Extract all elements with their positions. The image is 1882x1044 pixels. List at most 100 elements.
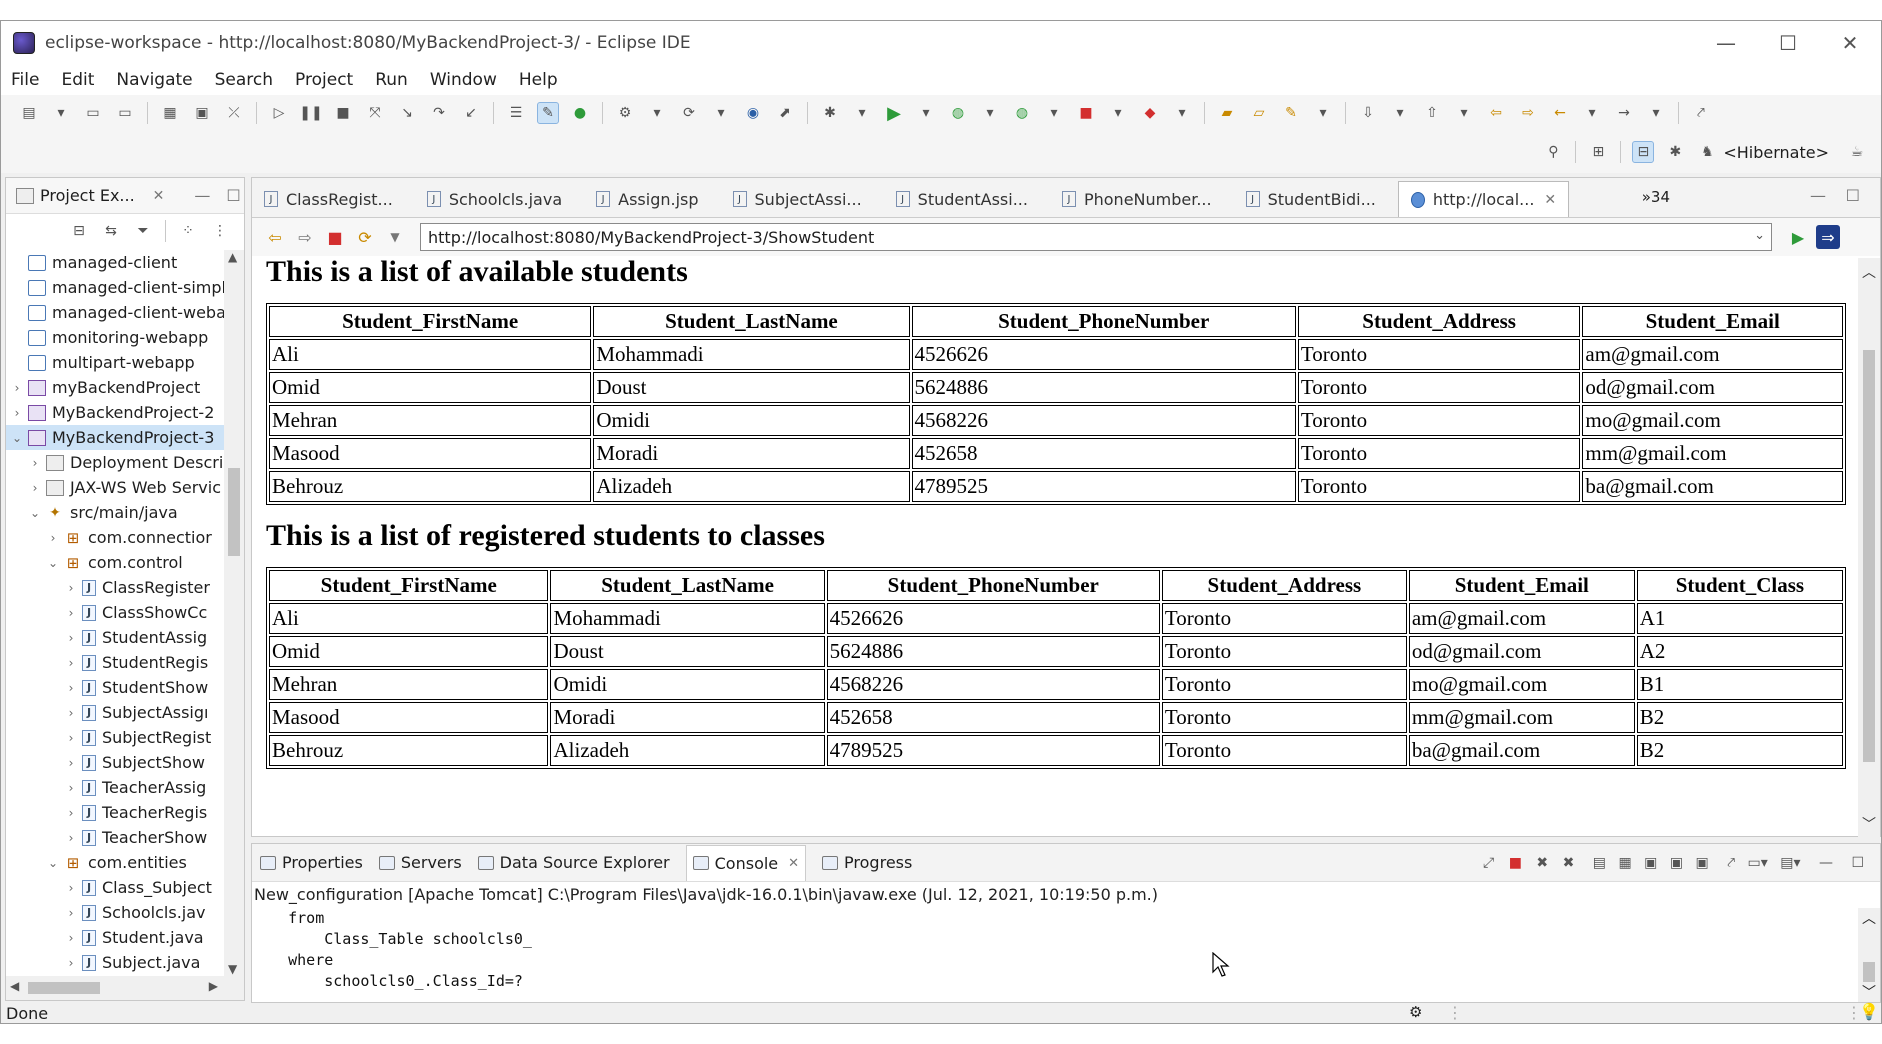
jee-perspective-icon[interactable]: ⊟ (1632, 141, 1655, 163)
suspend-icon[interactable]: ❚❚ (299, 102, 322, 124)
expanded-chevron-icon[interactable]: ⌄ (28, 506, 42, 520)
tree-item[interactable]: › J TeacherAssig (6, 775, 224, 800)
menu-help[interactable]: Help (519, 70, 558, 90)
dropdown-icon[interactable]: ▾ (1453, 102, 1475, 124)
dropdown-icon[interactable]: ▾ (915, 102, 937, 124)
collapsed-chevron-icon[interactable]: › (64, 956, 78, 970)
show-stderr-icon[interactable]: ▣ (1670, 855, 1683, 871)
resume-icon[interactable]: ▷ (268, 102, 290, 124)
collapsed-chevron-icon[interactable]: › (64, 831, 78, 845)
publish-icon[interactable]: ◆ (1139, 102, 1161, 124)
build-icon[interactable]: ▦ (159, 102, 181, 124)
debug-perspective-icon[interactable]: ✱ (1664, 141, 1686, 163)
open-task-icon[interactable]: ▱ (1248, 102, 1270, 124)
maximize-editor-icon[interactable]: ☐ (1846, 186, 1860, 205)
back-icon[interactable]: ⇦ (263, 225, 287, 249)
tree-item[interactable]: › J Schoolcls.jav (6, 900, 224, 925)
step-over-icon[interactable]: ↷ (428, 102, 450, 124)
tree-item[interactable]: › J ClassShowCc (6, 600, 224, 625)
tree-item[interactable]: › J SubjectRegist (6, 725, 224, 750)
editor-tab[interactable]: J SubjectAssi... (721, 181, 874, 217)
editor-tab[interactable]: J Assign.jsp (584, 181, 710, 217)
pin-console-icon[interactable]: ▣ (1696, 855, 1709, 871)
open-folder-icon[interactable]: ▰ (1216, 102, 1238, 124)
editor-tab[interactable]: J ClassRegist... (252, 181, 405, 217)
dropdown-icon[interactable]: ▾ (851, 102, 873, 124)
refresh-icon[interactable]: ⟳ (353, 225, 377, 249)
maximize-button[interactable]: ☐ (1757, 21, 1819, 65)
collapsed-chevron-icon[interactable]: › (64, 656, 78, 670)
step-into-icon[interactable]: ↘ (396, 102, 418, 124)
collapsed-chevron-icon[interactable]: › (64, 731, 78, 745)
collapsed-chevron-icon[interactable]: › (64, 631, 78, 645)
web-browser-icon[interactable]: ◉ (742, 102, 764, 124)
tab-data-source-explorer[interactable]: Data Source Explorer (477, 853, 670, 872)
status-server-icon[interactable]: ⚙ (1409, 1003, 1422, 1021)
prev-annotation-icon[interactable]: ⇧ (1421, 102, 1443, 124)
external-browser-icon[interactable]: ⇒ (1816, 225, 1840, 249)
tip-icon[interactable]: 💡 (1859, 1002, 1879, 1021)
tab-progress[interactable]: Progress (822, 853, 912, 872)
web-service-icon[interactable]: ⟳ (678, 102, 700, 124)
tree-item[interactable]: › J TeacherShow (6, 825, 224, 850)
collapse-all-icon[interactable]: ⊟ (68, 220, 90, 242)
dropdown-icon[interactable]: ▾ (1581, 102, 1603, 124)
url-input[interactable]: http://localhost:8080/MyBackendProject-3… (420, 223, 1772, 251)
focus-icon[interactable]: ⁘ (177, 220, 199, 242)
tree-item[interactable]: › J TeacherRegis (6, 800, 224, 825)
tree-item[interactable]: › Deployment Descri (6, 450, 224, 475)
word-wrap-icon[interactable]: ☰ (505, 102, 527, 124)
forward-icon[interactable]: → (1613, 102, 1635, 124)
skip-breakpoints-icon[interactable]: ⤫ (223, 102, 245, 124)
tree-item[interactable]: › MyBackendProject-2 (6, 400, 224, 425)
scroll-lock-icon[interactable]: ▤ (1593, 855, 1606, 871)
last-edit-icon[interactable]: ⇦ (1485, 102, 1507, 124)
url-history-dropdown-icon[interactable]: ⌄ (1754, 228, 1765, 243)
editor-tab[interactable]: J StudentBidi... (1234, 181, 1388, 217)
external-tools-icon[interactable]: ◍ (1011, 102, 1033, 124)
tree-horizontal-scrollbar[interactable]: ◀ ▶ (6, 976, 244, 1000)
collapsed-chevron-icon[interactable]: › (10, 406, 24, 420)
forward-icon[interactable]: ⇨ (293, 225, 317, 249)
dropdown-icon[interactable]: ▾ (1043, 102, 1065, 124)
editor-tab[interactable]: J StudentAssi... (884, 181, 1040, 217)
tree-item[interactable]: › J Subject.java (6, 950, 224, 975)
close-button[interactable]: ✕ (1819, 21, 1881, 65)
stop-icon[interactable]: ■ (323, 225, 347, 249)
collapsed-chevron-icon[interactable]: › (64, 681, 78, 695)
editor-tab[interactable]: J Schoolcls.java (415, 181, 574, 217)
expanded-chevron-icon[interactable]: ⌄ (46, 856, 60, 870)
back-icon[interactable]: ← (1549, 102, 1571, 124)
editor-tab[interactable]: J PhoneNumber... (1050, 181, 1224, 217)
console-output[interactable]: from Class_Table schoolcls0_ where schoo… (252, 908, 1880, 992)
collapsed-chevron-icon[interactable]: › (64, 756, 78, 770)
collapsed-chevron-icon[interactable]: › (64, 806, 78, 820)
tree-vertical-scrollbar[interactable]: ▲ ▼ (224, 250, 244, 976)
tree-item[interactable]: monitoring-webapp (6, 325, 224, 350)
scroll-left-icon[interactable]: ◀ (10, 979, 19, 993)
tree-item[interactable]: › J StudentAssig (6, 625, 224, 650)
open-type-icon[interactable]: ⬈ (774, 102, 796, 124)
go-icon[interactable]: ▶ (1786, 225, 1810, 249)
server-start-icon[interactable]: ● (569, 102, 591, 124)
console-scroll-thumb[interactable] (1863, 962, 1875, 982)
scroll-up-icon[interactable]: ︿ (1862, 262, 1876, 282)
collapsed-chevron-icon[interactable]: › (28, 481, 42, 495)
tree-item[interactable]: › J ClassRegister (6, 575, 224, 600)
expanded-chevron-icon[interactable]: ⌄ (46, 556, 60, 570)
view-menu-icon[interactable]: ⋮ (209, 220, 231, 242)
page-scroll-thumb[interactable] (1863, 350, 1875, 762)
word-wrap-icon[interactable]: ▦ (1618, 855, 1631, 871)
link-editor-icon[interactable]: ⇆ (100, 220, 122, 242)
step-return-icon[interactable]: ↙ (460, 102, 482, 124)
tree-item[interactable]: › JAX-WS Web Servic (6, 475, 224, 500)
clear-console-icon[interactable]: ✖ (1563, 855, 1575, 871)
page-vertical-scrollbar[interactable]: ︿ ﹀ (1858, 258, 1880, 838)
tree-item[interactable]: managed-client-weba (6, 300, 224, 325)
collapsed-chevron-icon[interactable]: › (10, 381, 24, 395)
filter-icon[interactable]: ⏷ (132, 220, 154, 242)
tree-item[interactable]: managed-client-simpl (6, 275, 224, 300)
tree-item[interactable]: › J Student.java (6, 925, 224, 950)
mark-occurrences-icon[interactable]: ✎ (537, 102, 559, 124)
tab-properties[interactable]: Properties (260, 853, 363, 872)
